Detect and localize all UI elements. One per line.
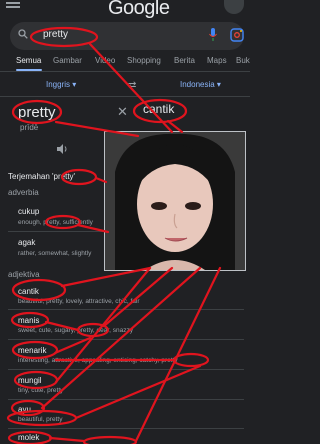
highlight-circle [11,340,59,360]
highlight-circle [10,311,50,329]
highlight-circle [7,430,53,444]
annotation-line [134,266,222,443]
highlight-circle [82,435,138,444]
highlight-circle [172,352,210,368]
annotation-line [44,320,80,332]
annotation-line [76,223,110,234]
annotation-line [94,176,108,184]
highlight-circle [44,214,82,230]
annotation-line [48,436,86,443]
annotation-overlay [6,26,222,444]
highlight-circle [29,26,99,48]
annotation-line [54,120,140,138]
highlight-circle [60,168,98,186]
highlight-circle [11,278,67,302]
highlight-circle [11,99,63,125]
highlight-circle [13,370,59,390]
annotation-line [74,364,202,420]
highlight-circle [6,409,78,427]
annotation-line [88,42,174,134]
annotation-line [102,266,174,328]
